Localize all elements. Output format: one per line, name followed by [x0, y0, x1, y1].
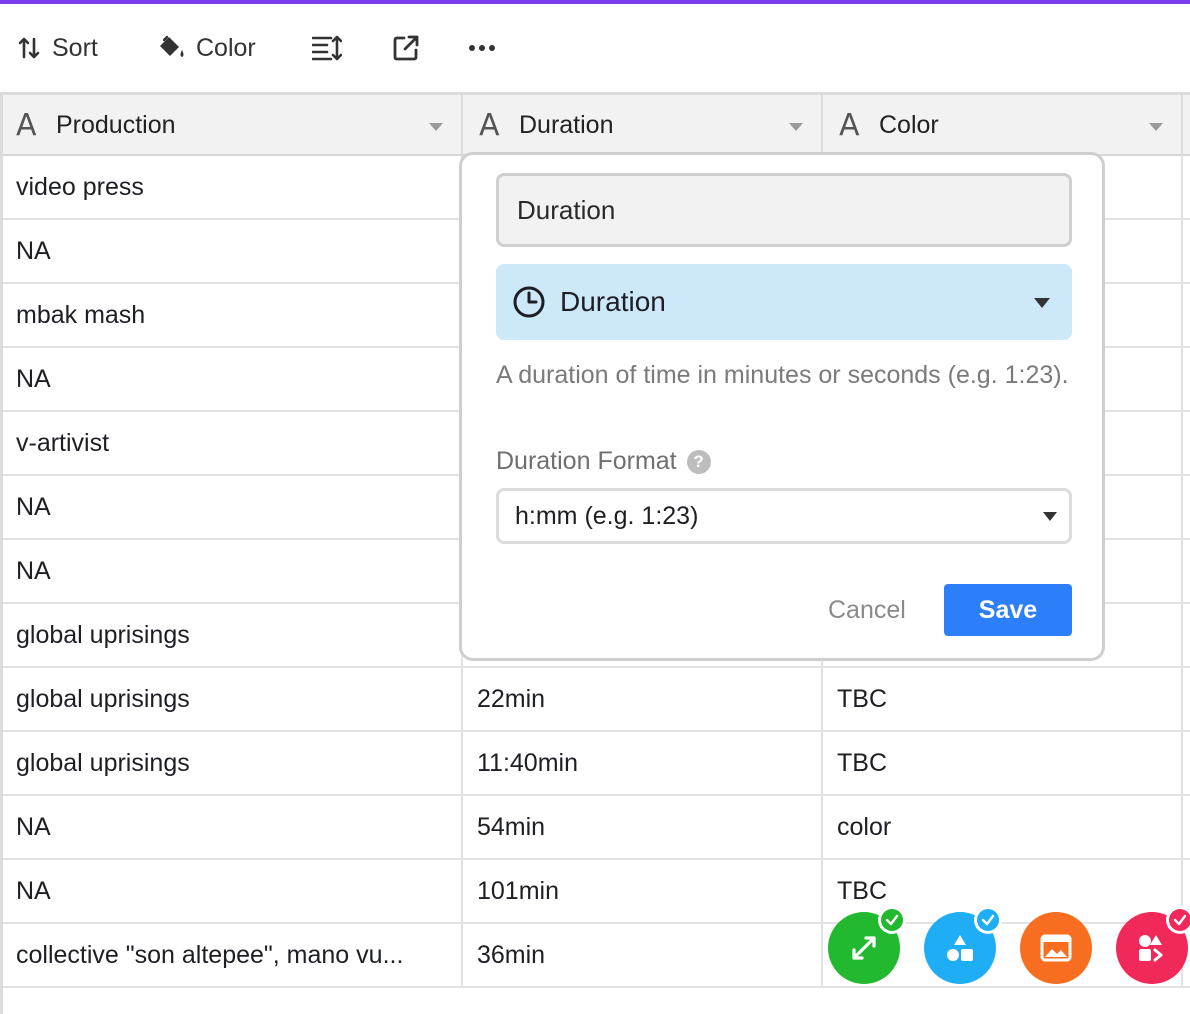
installed-check-icon	[1166, 906, 1190, 934]
table-row[interactable]: NA 54min color	[0, 796, 1190, 860]
share-view-button[interactable]	[393, 30, 419, 66]
expand-app-button[interactable]	[828, 906, 906, 984]
field-config-popup: Duration Duration A duration of time in …	[459, 152, 1105, 661]
cell-color[interactable]: TBC	[823, 732, 1183, 794]
color-label: Color	[196, 33, 256, 62]
grid-left-border	[0, 92, 3, 1014]
text-field-icon: A	[16, 108, 37, 143]
cell-production[interactable]: video press	[0, 156, 463, 218]
help-icon[interactable]: ?	[686, 449, 711, 474]
cell-production[interactable]: mbak mash	[0, 284, 463, 346]
cell-production[interactable]: v-artivist	[0, 412, 463, 474]
text-field-icon: A	[839, 108, 860, 143]
color-button[interactable]: Color	[156, 30, 256, 66]
more-options-button[interactable]	[468, 30, 496, 66]
cell-production[interactable]: global uprisings	[0, 732, 463, 794]
cell-color[interactable]: TBC	[823, 860, 1183, 922]
column-header-duration[interactable]: A Duration	[463, 95, 823, 156]
installed-check-icon	[974, 906, 1002, 934]
cell-production[interactable]: NA	[0, 540, 463, 602]
column-header-color[interactable]: A Color	[823, 95, 1183, 156]
column-label: Production	[56, 111, 176, 139]
shapes-icon	[947, 935, 973, 961]
row-height-icon	[312, 35, 342, 61]
field-type-label: Duration	[560, 286, 666, 317]
paint-bucket-icon	[160, 35, 184, 57]
cell-color[interactable]: TBC	[823, 668, 1183, 730]
table-row[interactable]: global uprisings 22min TBC	[0, 668, 1190, 732]
cell-production[interactable]: NA	[0, 220, 463, 282]
cell-color[interactable]: color	[823, 796, 1183, 858]
table-row[interactable]: NA 101min TBC	[0, 860, 1190, 924]
chevron-down-icon[interactable]	[1149, 123, 1163, 131]
cancel-button[interactable]: Cancel	[828, 584, 906, 636]
grid-header: A Production A Duration A Color	[0, 92, 1190, 156]
chevron-down-icon[interactable]	[789, 123, 803, 131]
image-app-button[interactable]	[1020, 912, 1092, 984]
column-label: Duration	[519, 111, 614, 139]
cell-duration[interactable]: 22min	[463, 668, 823, 730]
field-type-select[interactable]: Duration	[496, 264, 1072, 340]
cell-duration[interactable]: 54min	[463, 796, 823, 858]
view-toolbar: Sort Color	[0, 4, 1190, 92]
save-button[interactable]: Save	[944, 584, 1072, 636]
shapes-app-button[interactable]	[924, 906, 1002, 984]
table-row[interactable]: global uprisings 11:40min TBC	[0, 732, 1190, 796]
cell-production[interactable]: collective "son altepee", mano vu...	[0, 924, 463, 986]
table-row[interactable]: collective "son altepee", mano vu... 36mi…	[0, 924, 1190, 988]
installed-check-icon	[878, 906, 906, 934]
share-view-icon	[393, 35, 419, 61]
image-icon	[1040, 934, 1072, 962]
column-header-production[interactable]: A Production	[0, 95, 463, 156]
cell-production[interactable]: NA	[0, 476, 463, 538]
cell-production[interactable]: NA	[0, 860, 463, 922]
duration-format-select[interactable]: h:mm (e.g. 1:23)	[496, 488, 1072, 544]
field-type-description: A duration of time in minutes or seconds…	[496, 361, 1069, 389]
chevron-down-icon	[1043, 512, 1057, 521]
column-label: Color	[879, 111, 939, 139]
sort-icon	[18, 37, 40, 59]
duration-format-text: Duration Format	[496, 447, 677, 475]
chevron-down-icon[interactable]	[429, 123, 443, 131]
chevron-down-icon	[1034, 298, 1050, 308]
field-name-input[interactable]: Duration	[496, 173, 1072, 247]
clock-icon	[513, 286, 545, 318]
row-height-button[interactable]	[312, 30, 342, 66]
sort-label: Sort	[52, 33, 98, 62]
cell-duration[interactable]: 101min	[463, 860, 823, 922]
duration-format-value: h:mm (e.g. 1:23)	[515, 501, 699, 530]
apps-icon	[1139, 935, 1163, 962]
text-field-icon: A	[479, 108, 500, 143]
more-icon	[469, 45, 495, 51]
cell-duration[interactable]: 36min	[463, 924, 823, 986]
expand-arrows-icon	[852, 936, 876, 960]
cell-duration[interactable]: 11:40min	[463, 732, 823, 794]
apps-app-button[interactable]	[1116, 906, 1190, 984]
cell-production[interactable]: NA	[0, 796, 463, 858]
cell-production[interactable]: global uprisings	[0, 604, 463, 666]
duration-format-label: Duration Format ?	[496, 447, 711, 476]
cell-production[interactable]: global uprisings	[0, 668, 463, 730]
sort-button[interactable]: Sort	[18, 30, 98, 66]
cell-production[interactable]: NA	[0, 348, 463, 410]
